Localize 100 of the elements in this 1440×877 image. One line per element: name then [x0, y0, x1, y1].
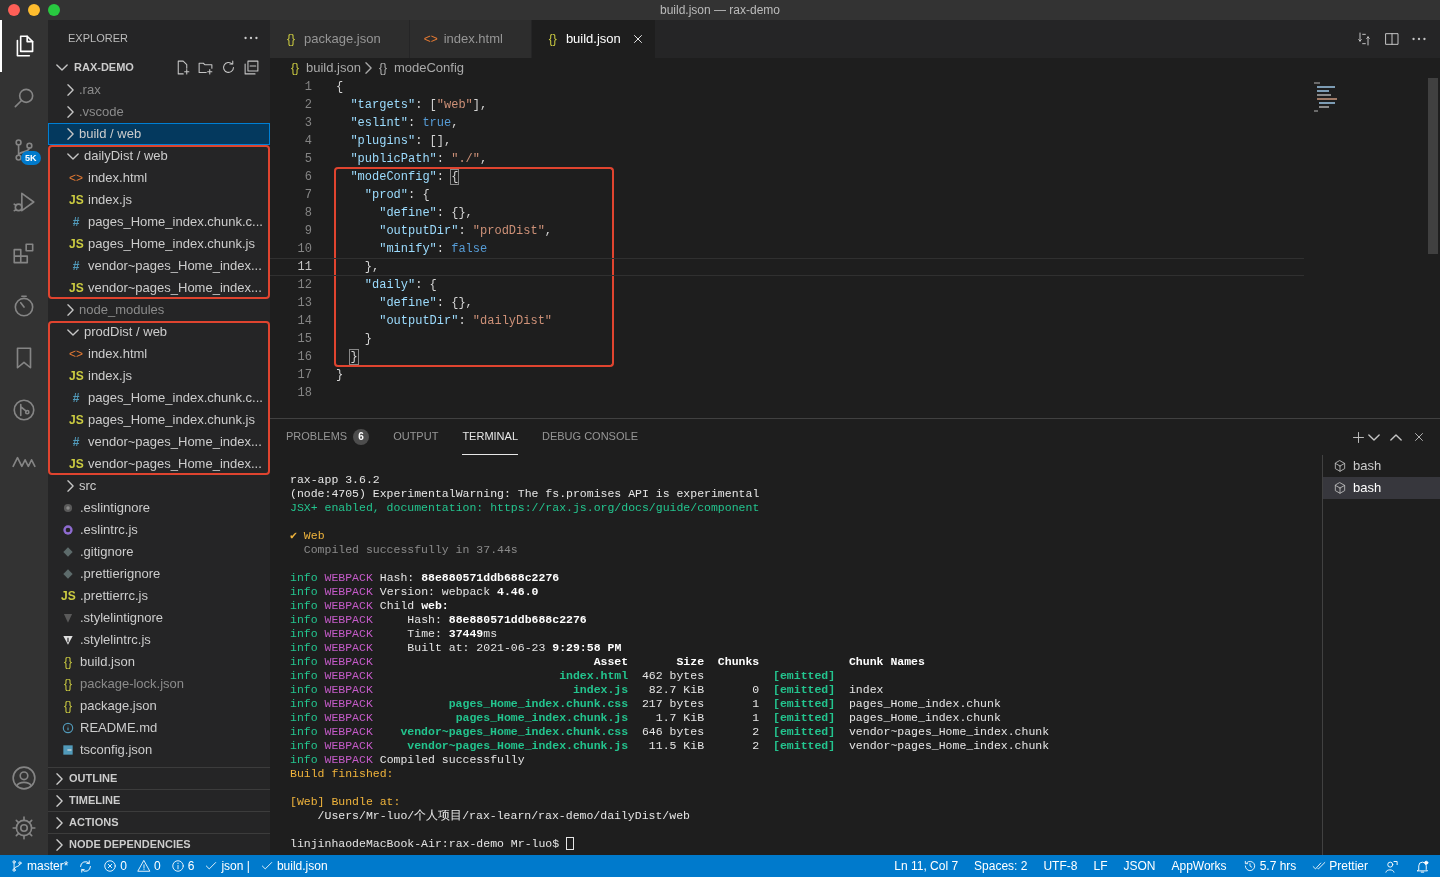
- terminal-session[interactable]: bash: [1323, 477, 1440, 499]
- file-item[interactable]: .stylelintignore: [48, 607, 270, 629]
- table-cell: 1: [752, 697, 760, 710]
- status-item[interactable]: JSON: [1123, 855, 1156, 877]
- breadcrumb-item[interactable]: {} build.json: [288, 58, 361, 78]
- file-type-icon: #: [69, 433, 83, 451]
- panel-tab[interactable]: DEBUG CONSOLE: [542, 419, 638, 455]
- status-item[interactable]: Spaces: 2: [974, 855, 1028, 877]
- status-item[interactable]: UTF-8: [1043, 855, 1078, 877]
- table-cell: index.js: [572, 683, 629, 696]
- chevron-icon: [56, 816, 63, 829]
- table-cell: vendor~pages_Home_index.chunk: [848, 739, 1050, 752]
- minimize-window-button[interactable]: [28, 4, 40, 16]
- status-item[interactable]: Ln 11, Col 7: [894, 855, 959, 877]
- split-editor-icon[interactable]: [1384, 31, 1400, 47]
- file-item[interactable]: JS index.js: [48, 189, 270, 211]
- file-item[interactable]: .eslintignore: [48, 497, 270, 519]
- file-item[interactable]: .gitignore: [48, 541, 270, 563]
- panel-tab[interactable]: PROBLEMS 6: [286, 419, 370, 455]
- status-item[interactable]: AppWorks: [1171, 855, 1227, 877]
- folder-item[interactable]: dailyDist / web: [48, 145, 270, 167]
- file-item[interactable]: <> index.html: [48, 343, 270, 365]
- file-item[interactable]: # vendor~pages_Home_index...: [48, 431, 270, 453]
- folder-item[interactable]: .rax: [48, 79, 270, 101]
- status-item[interactable]: build.json: [259, 855, 328, 877]
- log-tag: info: [290, 585, 318, 598]
- double-check-icon: [1312, 859, 1327, 873]
- file-item[interactable]: tsconfig.json: [48, 739, 270, 761]
- section-header[interactable]: ACTIONS: [48, 811, 270, 833]
- file-item[interactable]: .eslintrc.js: [48, 519, 270, 541]
- plus-icon[interactable]: [1351, 429, 1366, 445]
- file-item[interactable]: JS vendor~pages_Home_index...: [48, 453, 270, 475]
- terminal-text: 4.46.0: [497, 585, 539, 598]
- scrollbar-thumb[interactable]: [1428, 78, 1438, 254]
- editor-tab[interactable]: <> index.html: [409, 20, 532, 58]
- code-line: },: [364, 260, 380, 274]
- sync-icon[interactable]: [78, 858, 94, 874]
- refresh-icon[interactable]: [220, 58, 237, 76]
- terminal-text: ms: [483, 627, 498, 640]
- file-item[interactable]: JS pages_Home_index.chunk.js: [48, 233, 270, 255]
- close-icon[interactable]: [1412, 430, 1426, 444]
- status-item[interactable]: Prettier: [1312, 855, 1368, 877]
- file-item[interactable]: # pages_Home_index.chunk.c...: [48, 211, 270, 233]
- file-item[interactable]: {} build.json: [48, 651, 270, 673]
- section-header[interactable]: TIMELINE: [48, 789, 270, 811]
- file-item[interactable]: # vendor~pages_Home_index...: [48, 255, 270, 277]
- more-icon[interactable]: [1412, 37, 1426, 41]
- file-item[interactable]: JS .prettierrc.js: [48, 585, 270, 607]
- diamond-icon: [61, 567, 75, 581]
- project-header[interactable]: RAX-DEMO: [56, 58, 174, 76]
- activity-button[interactable]: 5K: [0, 124, 48, 176]
- status-item[interactable]: LF: [1093, 855, 1108, 877]
- file-item[interactable]: README.md: [48, 717, 270, 739]
- status-item[interactable]: 5.7 hrs: [1242, 855, 1297, 877]
- compare-icon[interactable]: [1356, 31, 1372, 47]
- settings-icon[interactable]: [11, 815, 37, 841]
- file-item[interactable]: .stylelintrc.js: [48, 629, 270, 651]
- file-item[interactable]: {} package-lock.json: [48, 673, 270, 695]
- feedback-icon[interactable]: [1384, 858, 1399, 874]
- code-line: "outputDir": "dailyDist": [379, 314, 553, 328]
- file-item[interactable]: # pages_Home_index.chunk.c...: [48, 387, 270, 409]
- file-item[interactable]: {} package.json: [48, 695, 270, 717]
- collapse-all-icon[interactable]: [243, 58, 260, 76]
- file-item[interactable]: JS index.js: [48, 365, 270, 387]
- log-tag: info: [290, 697, 318, 710]
- panel-tab[interactable]: OUTPUT: [393, 419, 439, 455]
- status-item[interactable]: 0: [103, 855, 128, 877]
- close-window-button[interactable]: [8, 4, 20, 16]
- code-line: "modeConfig": {: [350, 170, 459, 184]
- code-line: "define": {},: [379, 296, 473, 310]
- file-item[interactable]: JS vendor~pages_Home_index...: [48, 277, 270, 299]
- chevron-icon: [67, 328, 79, 336]
- folder-item[interactable]: .vscode: [48, 101, 270, 123]
- status-item[interactable]: 6: [170, 855, 195, 877]
- section-header[interactable]: OUTLINE: [48, 767, 270, 789]
- folder-item[interactable]: build / web: [48, 123, 270, 145]
- more-icon[interactable]: [244, 36, 258, 40]
- file-item[interactable]: <> index.html: [48, 167, 270, 189]
- file-item[interactable]: .prettierignore: [48, 563, 270, 585]
- file-type-icon: #: [69, 389, 83, 407]
- editor-tab[interactable]: {} build.json: [531, 20, 656, 58]
- folder-item[interactable]: prodDist / web: [48, 321, 270, 343]
- panel-tab[interactable]: TERMINAL: [462, 419, 518, 455]
- status-item[interactable]: master*: [10, 855, 69, 877]
- log-tag: info: [290, 669, 318, 682]
- log-tag: WEBPACK: [324, 655, 373, 668]
- line-number: 8: [303, 205, 312, 222]
- log-tag: info: [290, 725, 318, 738]
- bell-icon[interactable]: [1415, 858, 1430, 874]
- account-icon[interactable]: [11, 765, 37, 791]
- terminal-session[interactable]: bash: [1323, 455, 1440, 477]
- status-item[interactable]: json |: [204, 855, 250, 877]
- file-item[interactable]: JS pages_Home_index.chunk.js: [48, 409, 270, 431]
- editor-tab[interactable]: {} package.json: [270, 20, 410, 58]
- zoom-window-button[interactable]: [48, 4, 60, 16]
- folder-item[interactable]: src: [48, 475, 270, 497]
- breadcrumb-item[interactable]: {} modeConfig: [375, 58, 465, 78]
- folder-item[interactable]: node_modules: [48, 299, 270, 321]
- status-item[interactable]: 0: [137, 855, 161, 877]
- terminal-text: Child: [379, 599, 415, 612]
